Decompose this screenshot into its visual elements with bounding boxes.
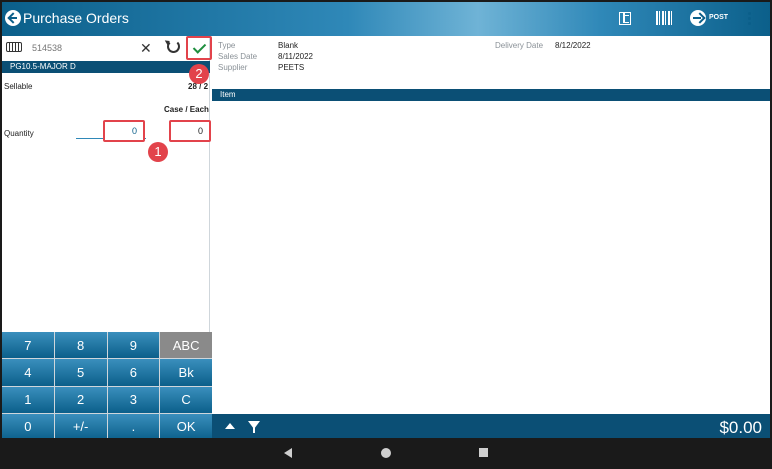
item-list-header: Item xyxy=(212,89,770,101)
item-code-bar: PG10.5-MAJOR D xyxy=(2,61,210,73)
undo-icon[interactable] xyxy=(167,40,180,53)
clear-icon[interactable]: ✕ xyxy=(140,41,152,55)
caret-up-icon[interactable] xyxy=(225,423,235,429)
page-title: Purchase Orders xyxy=(23,10,129,26)
key-5[interactable]: 5 xyxy=(54,359,107,386)
app-screen: Purchase Orders POST ✕ PG10.5-MAJOR D Se… xyxy=(2,2,770,438)
system-nav-bar xyxy=(0,438,772,469)
key-8[interactable]: 8 xyxy=(54,332,107,359)
key-clear[interactable]: C xyxy=(160,386,212,413)
key-7[interactable]: 7 xyxy=(2,332,54,359)
key-backspace[interactable]: Bk xyxy=(160,359,212,386)
type-value: Blank xyxy=(278,41,299,50)
case-each-label: Case / Each xyxy=(164,105,209,114)
barcode-icon[interactable] xyxy=(656,11,674,25)
nav-recents-icon[interactable] xyxy=(479,448,488,457)
supplier-value: PEETS xyxy=(278,63,305,72)
list-view-icon[interactable] xyxy=(619,12,631,25)
checkmark-icon xyxy=(192,40,207,54)
key-plus-minus[interactable]: +/- xyxy=(54,413,107,438)
sales-date-value: 8/11/2022 xyxy=(278,52,313,61)
delivery-date-label: Delivery Date xyxy=(495,41,544,50)
totals-bar: $0.00 xyxy=(212,414,770,438)
device-frame: Purchase Orders POST ✕ PG10.5-MAJOR D Se… xyxy=(0,0,772,469)
sales-date-label: Sales Date xyxy=(218,52,258,61)
key-0[interactable]: 0 xyxy=(2,413,54,438)
type-label: Type xyxy=(218,41,236,50)
key-6[interactable]: 6 xyxy=(107,359,160,386)
item-search-input[interactable] xyxy=(32,39,140,57)
forward-arrow-icon xyxy=(690,10,706,26)
order-total: $0.00 xyxy=(719,418,762,437)
quantity-case-field[interactable]: 0 xyxy=(103,120,145,142)
callout-badge-2: 2 xyxy=(189,64,209,84)
supplier-label: Supplier xyxy=(218,63,248,72)
back-arrow-icon[interactable] xyxy=(5,10,21,26)
key-4[interactable]: 4 xyxy=(2,359,54,386)
confirm-button[interactable] xyxy=(186,36,212,60)
keyboard-icon[interactable] xyxy=(6,42,22,52)
callout-badge-1: 1 xyxy=(148,142,168,162)
sellable-label: Sellable xyxy=(4,82,33,91)
key-9[interactable]: 9 xyxy=(107,332,160,359)
key-decimal[interactable]: . xyxy=(107,413,160,438)
key-ok[interactable]: OK xyxy=(160,413,212,438)
key-1[interactable]: 1 xyxy=(2,386,54,413)
key-2[interactable]: 2 xyxy=(54,386,107,413)
quantity-each-field[interactable]: 0 xyxy=(169,120,211,142)
post-button[interactable]: POST xyxy=(690,10,730,28)
more-options-icon[interactable] xyxy=(748,12,751,26)
key-abc[interactable]: ABC xyxy=(160,332,212,359)
delivery-date-value: 8/12/2022 xyxy=(555,41,591,50)
app-bar: Purchase Orders POST xyxy=(2,2,770,36)
filter-icon[interactable] xyxy=(248,421,260,433)
nav-back-icon[interactable] xyxy=(284,448,292,458)
numeric-keypad: 7 8 9 ABC 4 5 6 Bk 1 2 3 C 0 +/- . OK xyxy=(2,332,212,438)
quantity-label: Quantity xyxy=(4,129,34,138)
key-3[interactable]: 3 xyxy=(107,386,160,413)
post-label: POST xyxy=(709,14,729,21)
nav-home-icon[interactable] xyxy=(381,448,391,458)
